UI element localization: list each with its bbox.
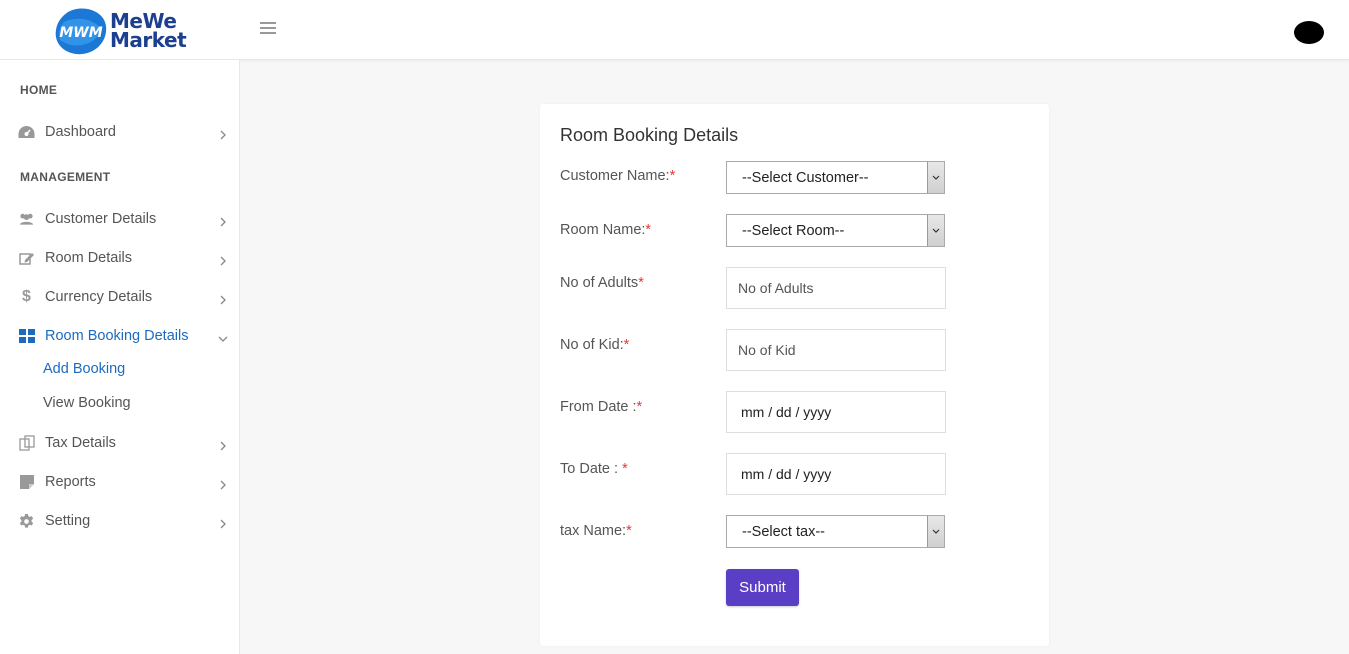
form-title: Room Booking Details (560, 125, 739, 145)
adults-label-text: No of Adults (560, 275, 639, 291)
sidebar-item-currency-details[interactable]: $ Currency Details (0, 282, 240, 312)
sidebar-subitem-view-booking[interactable]: View Booking (43, 395, 131, 411)
sidebar-item-label: Tax Details (45, 435, 116, 451)
menu-toggle-icon[interactable] (260, 22, 276, 36)
chevron-right-icon (218, 214, 228, 227)
chevron-right-icon (218, 253, 228, 266)
top-bar: MWM MeWe Market (0, 0, 1349, 60)
required-mark: * (669, 168, 676, 184)
room-name-label: Room Name:* (560, 222, 651, 238)
chevron-right-icon (218, 477, 228, 490)
report-icon (18, 474, 35, 490)
tax-name-label-text: tax Name: (560, 523, 627, 539)
chevron-down-icon (218, 331, 228, 342)
gear-icon (18, 513, 35, 529)
sidebar-item-room-details[interactable]: Room Details (0, 243, 240, 273)
chevron-right-icon (218, 292, 228, 305)
avatar[interactable] (1294, 21, 1324, 44)
tax-select[interactable]: --Select tax-- (726, 515, 945, 548)
chevron-down-icon (927, 516, 944, 547)
submit-button[interactable]: Submit (726, 569, 799, 606)
svg-text:MWM: MWM (59, 25, 102, 41)
sidebar-item-reports[interactable]: Reports (0, 467, 240, 497)
section-label-management: MANAGEMENT (20, 170, 111, 184)
tax-icon (18, 435, 35, 451)
logo-text: MeWe Market (110, 11, 187, 52)
chevron-down-icon (927, 162, 944, 193)
tax-name-label: tax Name:* (560, 523, 632, 539)
chevron-right-icon (218, 438, 228, 451)
logo-badge-icon: MWM (54, 6, 108, 56)
from-date-value: mm / dd / yyyy (741, 404, 832, 420)
chevron-right-icon (218, 127, 228, 140)
booking-form-card: Room Booking Details Customer Name:* --S… (540, 104, 1049, 646)
kid-input[interactable] (726, 329, 946, 371)
kid-label: No of Kid:* (560, 337, 629, 353)
sidebar-item-label: Room Details (45, 250, 133, 266)
edit-icon (18, 250, 35, 266)
required-mark: * (638, 275, 644, 291)
to-date-label: To Date : * (560, 461, 628, 477)
required-mark: * (636, 399, 643, 415)
sidebar: HOME Dashboard MANAGEMENT Customer Detai… (0, 60, 240, 654)
to-date-input[interactable]: mm / dd / yyyy (726, 453, 946, 495)
logo-text-line2: Market (110, 28, 187, 52)
to-date-label-text: To Date : (560, 461, 623, 477)
required-mark: * (623, 337, 630, 353)
room-select-value: --Select Room-- (742, 222, 845, 239)
users-icon (18, 211, 35, 227)
sidebar-item-label: Room Booking Details (45, 328, 189, 344)
logo[interactable]: MWM MeWe Market (54, 6, 187, 56)
customer-name-label-text: Customer Name: (560, 168, 670, 184)
chevron-down-icon (927, 215, 944, 246)
sidebar-subitem-add-booking[interactable]: Add Booking (43, 361, 125, 377)
section-label-home: HOME (20, 83, 58, 97)
sidebar-item-label: Dashboard (45, 124, 116, 140)
sidebar-item-label: Reports (45, 474, 96, 490)
sidebar-item-setting[interactable]: Setting (0, 506, 240, 536)
sidebar-item-room-booking-details[interactable]: Room Booking Details (0, 321, 240, 351)
sidebar-item-label: Customer Details (45, 211, 157, 227)
dashboard-icon (18, 124, 35, 140)
sidebar-item-customer-details[interactable]: Customer Details (0, 204, 240, 234)
tax-select-value: --Select tax-- (742, 523, 825, 540)
sidebar-item-dashboard[interactable]: Dashboard (0, 117, 240, 147)
required-mark: * (645, 222, 652, 238)
customer-name-label: Customer Name:* (560, 168, 675, 184)
required-mark: * (626, 523, 632, 539)
from-date-label: From Date :* (560, 399, 642, 415)
sidebar-item-label: Currency Details (45, 289, 153, 305)
to-date-value: mm / dd / yyyy (741, 466, 832, 482)
room-select[interactable]: --Select Room-- (726, 214, 945, 247)
sidebar-item-tax-details[interactable]: Tax Details (0, 428, 240, 458)
dollar-icon: $ (22, 288, 31, 305)
required-mark: * (622, 461, 628, 477)
grid-icon (18, 328, 35, 344)
adults-input[interactable] (726, 267, 946, 309)
adults-label: No of Adults* (560, 275, 644, 291)
kid-label-text: No of Kid: (560, 337, 624, 353)
sidebar-item-label: Setting (45, 513, 91, 529)
customer-select[interactable]: --Select Customer-- (726, 161, 945, 194)
from-date-label-text: From Date : (560, 399, 637, 415)
room-name-label-text: Room Name: (560, 222, 646, 238)
chevron-right-icon (218, 516, 228, 529)
from-date-input[interactable]: mm / dd / yyyy (726, 391, 946, 433)
customer-select-value: --Select Customer-- (742, 169, 869, 186)
